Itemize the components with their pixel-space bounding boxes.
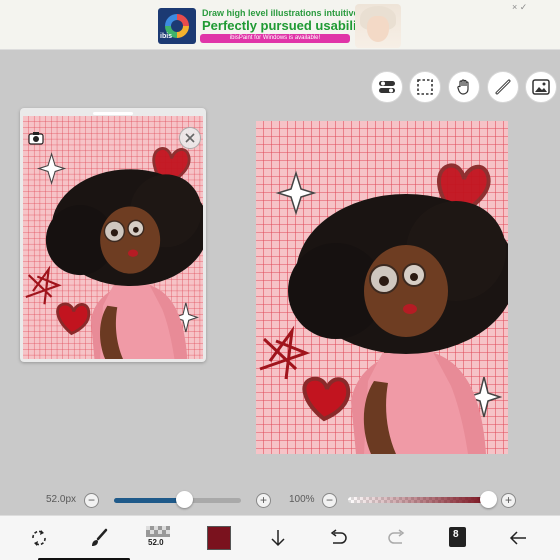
ad-logo-label: ibis [160, 33, 173, 40]
reference-image-icon [532, 79, 550, 95]
ad-close-button[interactable]: × ✓ [512, 2, 527, 13]
reference-button[interactable] [525, 71, 557, 103]
camera-icon [28, 132, 44, 145]
layer-count: 8 [453, 529, 459, 540]
arrow-down-icon [271, 530, 285, 547]
brush-size-indicator: 52.0 [148, 538, 164, 547]
drawing-canvas[interactable] [256, 121, 508, 454]
selection-rectangle-icon [417, 79, 433, 95]
ad-tagline: Perfectly pursued usability! [202, 18, 373, 33]
panel-drag-handle[interactable] [93, 112, 133, 115]
opacity-thumb[interactable] [480, 491, 497, 508]
undo-icon [330, 529, 347, 544]
toggle-switch-icon [379, 81, 395, 93]
ad-subtext: ibisPaint for Windows is available! [200, 34, 350, 43]
camera-button[interactable] [26, 128, 46, 148]
reference-artwork [23, 116, 203, 359]
transform-arrows-icon [32, 530, 46, 546]
back-button[interactable] [504, 524, 532, 552]
redo-icon [388, 529, 405, 544]
reference-preview-panel[interactable] [20, 108, 206, 362]
hand-move-icon [457, 79, 469, 95]
ad-headline: Draw high level illustrations intuitivel… [202, 8, 370, 18]
bottom-toolbar: 52.0 8 [0, 515, 560, 560]
ad-banner[interactable]: ibis Draw high level illustrations intui… [0, 0, 560, 50]
toggle-button[interactable] [371, 71, 403, 103]
close-reference-button[interactable] [179, 127, 201, 149]
ibispaint-logo: ibis [158, 8, 196, 44]
transform-tool-button[interactable] [25, 524, 53, 552]
download-button[interactable] [264, 524, 292, 552]
opacity-increase-button[interactable]: + [501, 493, 516, 508]
brush-size-label: 52.0px [46, 494, 77, 505]
selection-button[interactable] [409, 71, 441, 103]
redo-button[interactable] [383, 524, 411, 552]
opacity-label: 100% [289, 494, 315, 505]
ad-character-image [355, 4, 401, 48]
undo-button[interactable] [324, 524, 352, 552]
arrow-left-icon [509, 531, 526, 545]
current-color-swatch[interactable] [207, 526, 231, 550]
brush-size-decrease-button[interactable]: − [84, 493, 99, 508]
brush-size-thumb[interactable] [175, 491, 193, 508]
brush-size-fill [114, 498, 184, 503]
move-hand-button[interactable] [448, 71, 480, 103]
brush-tool-button[interactable] [85, 524, 113, 552]
opacity-decrease-button[interactable]: − [322, 493, 337, 508]
ruler-button[interactable] [487, 71, 519, 103]
close-icon [185, 133, 195, 143]
brush-size-increase-button[interactable]: + [256, 493, 271, 508]
brush-icon [92, 528, 108, 546]
ruler-icon [495, 79, 511, 95]
opacity-slider[interactable] [348, 497, 488, 503]
